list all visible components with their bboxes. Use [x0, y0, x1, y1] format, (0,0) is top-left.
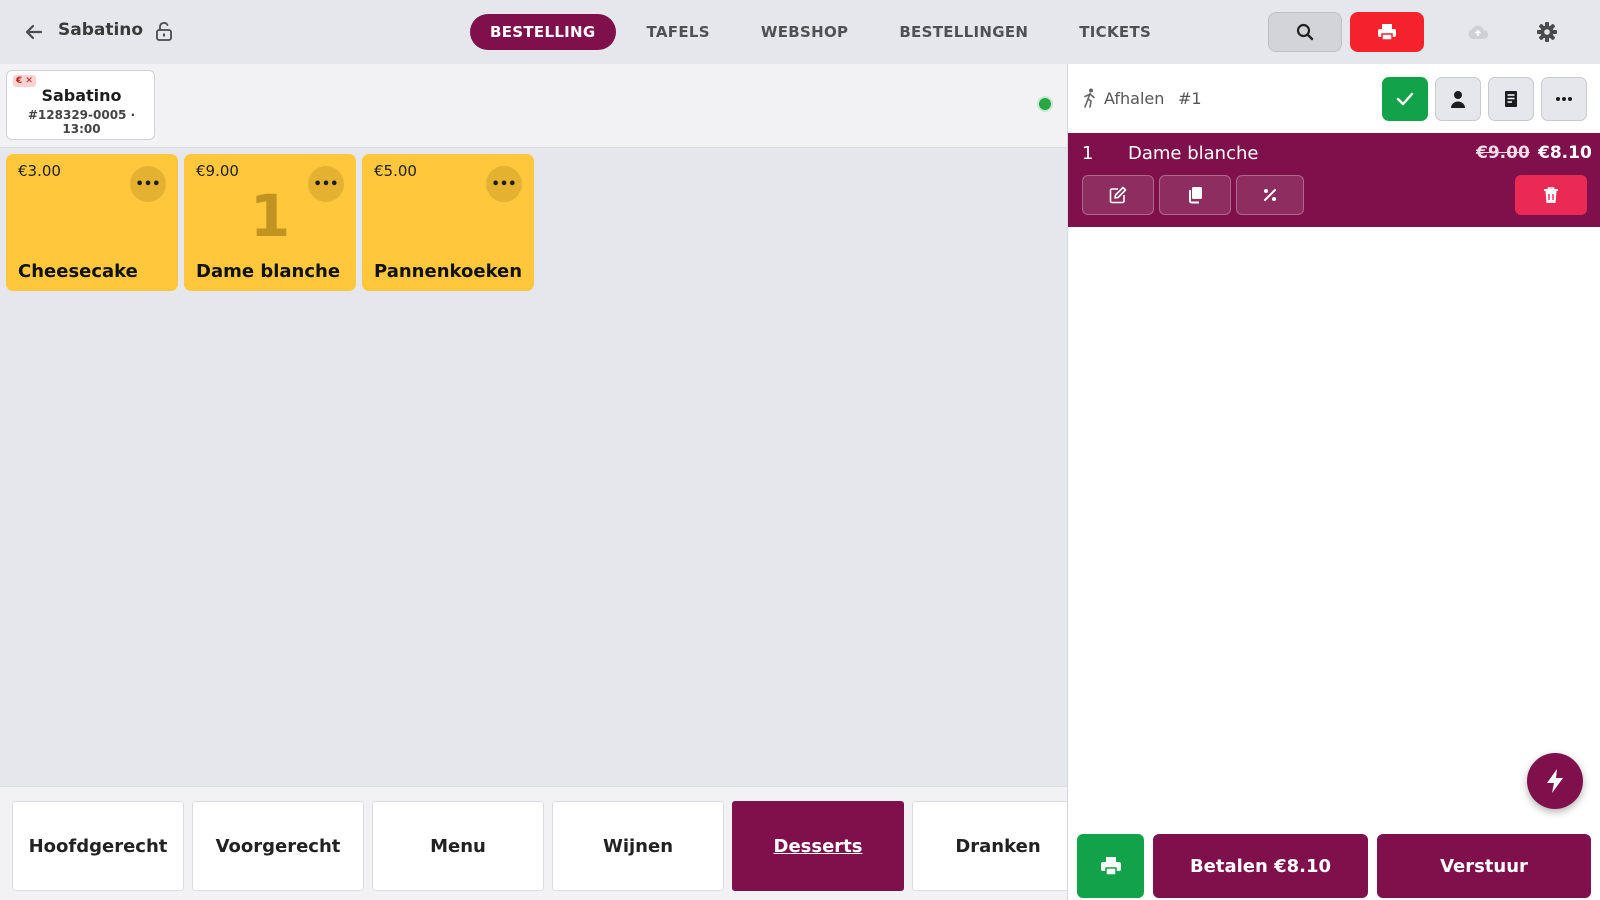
product-name: Pannenkoeken — [374, 261, 523, 282]
main-nav: BESTELLING TAFELS WEBSHOP BESTELLINGEN T… — [470, 14, 1182, 50]
quick-action-button[interactable] — [1527, 753, 1583, 809]
confirm-button[interactable] — [1382, 77, 1428, 121]
cart-header: Afhalen #1 — [1068, 64, 1600, 133]
search-button[interactable] — [1268, 12, 1342, 52]
item-name: Dame blanche — [1128, 143, 1259, 164]
trash-icon — [1544, 187, 1558, 203]
order-mode: Afhalen — [1104, 89, 1165, 108]
print-button[interactable] — [1350, 12, 1424, 52]
takeaway-walking-icon — [1084, 88, 1095, 108]
lightning-icon — [1547, 769, 1563, 793]
cloud-upload-icon — [1468, 25, 1489, 39]
receipt-button[interactable] — [1488, 77, 1534, 121]
order-number: #1 — [1178, 89, 1202, 108]
copy-icon — [1189, 187, 1202, 204]
unlock-icon[interactable] — [155, 21, 173, 41]
product-area: € ✕ Sabatino #128329-0005 · 13:00 €3.00 … — [0, 64, 1067, 900]
gear-icon[interactable] — [1536, 21, 1558, 43]
delete-item-button[interactable] — [1515, 175, 1587, 215]
top-bar: Sabatino BESTELLING TAFELS WEBSHOP BESTE… — [0, 0, 1600, 64]
cart-line-item[interactable]: 1 Dame blanche €9.00 €8.10 — [1068, 133, 1600, 227]
product-price: €3.00 — [18, 162, 61, 180]
product-tile-cheesecake[interactable]: €3.00 ••• Cheesecake — [6, 154, 178, 291]
connection-status-indicator — [1037, 96, 1053, 112]
receipt-icon — [1505, 91, 1517, 107]
product-tile-pannenkoeken[interactable]: €5.00 ••• Pannenkoeken — [362, 154, 534, 291]
open-order-card[interactable]: € ✕ Sabatino #128329-0005 · 13:00 — [6, 70, 155, 140]
category-bar: Hoofdgerecht Voorgerecht Menu Wijnen Des… — [0, 786, 1067, 900]
category-voorgerecht[interactable]: Voorgerecht — [192, 801, 364, 891]
product-name: Cheesecake — [18, 261, 138, 282]
product-quantity: 1 — [249, 182, 291, 250]
product-name: Dame blanche — [196, 261, 341, 282]
printer-icon — [1378, 24, 1396, 41]
discount-item-button[interactable] — [1236, 175, 1304, 215]
print-receipt-button[interactable] — [1077, 834, 1144, 898]
product-price: €5.00 — [374, 162, 417, 180]
send-button[interactable]: Verstuur — [1377, 834, 1591, 898]
customer-button[interactable] — [1435, 77, 1481, 121]
back-arrow-icon[interactable] — [24, 20, 44, 44]
category-dranken[interactable]: Dranken — [912, 801, 1067, 891]
more-options-button[interactable]: ••• — [486, 166, 522, 202]
product-tile-dame-blanche[interactable]: €9.00 ••• 1 Dame blanche — [184, 154, 356, 291]
order-name: Sabatino — [41, 86, 122, 105]
app-title: Sabatino — [58, 20, 144, 40]
cart-footer: Betalen €8.10 Verstuur — [1068, 829, 1600, 900]
checkmark-icon — [1396, 92, 1414, 106]
order-meta: #128329-0005 · 13:00 — [27, 108, 136, 136]
search-icon — [1296, 23, 1314, 41]
item-quantity: 1 — [1082, 143, 1094, 164]
category-desserts[interactable]: Desserts — [732, 801, 904, 891]
percent-icon — [1264, 189, 1276, 201]
pay-button[interactable]: Betalen €8.10 — [1153, 834, 1368, 898]
category-hoofdgerecht[interactable]: Hoofdgerecht — [12, 801, 184, 891]
item-original-price: €9.00 — [1476, 143, 1530, 163]
cart-panel: Afhalen #1 1 Dame blanche €9.00 €8.10 Be… — [1067, 64, 1600, 900]
item-price: €8.10 — [1538, 143, 1592, 163]
tab-webshop[interactable]: WEBSHOP — [741, 14, 868, 50]
ellipsis-icon — [1556, 97, 1572, 101]
printer-icon — [1100, 857, 1121, 876]
more-options-button[interactable]: ••• — [130, 166, 166, 202]
category-menu[interactable]: Menu — [372, 801, 544, 891]
tab-tickets[interactable]: TICKETS — [1059, 14, 1171, 50]
duplicate-item-button[interactable] — [1159, 175, 1231, 215]
category-wijnen[interactable]: Wijnen — [552, 801, 724, 891]
tab-bestelling[interactable]: BESTELLING — [470, 14, 616, 50]
open-orders-strip: € ✕ Sabatino #128329-0005 · 13:00 — [0, 64, 1067, 148]
tab-tafels[interactable]: TAFELS — [627, 14, 730, 50]
tab-bestellingen[interactable]: BESTELLINGEN — [879, 14, 1048, 50]
product-price: €9.00 — [196, 162, 239, 180]
user-icon — [1451, 91, 1465, 108]
edit-icon — [1109, 186, 1127, 204]
more-options-button[interactable] — [1541, 77, 1587, 121]
edit-item-button[interactable] — [1082, 175, 1154, 215]
